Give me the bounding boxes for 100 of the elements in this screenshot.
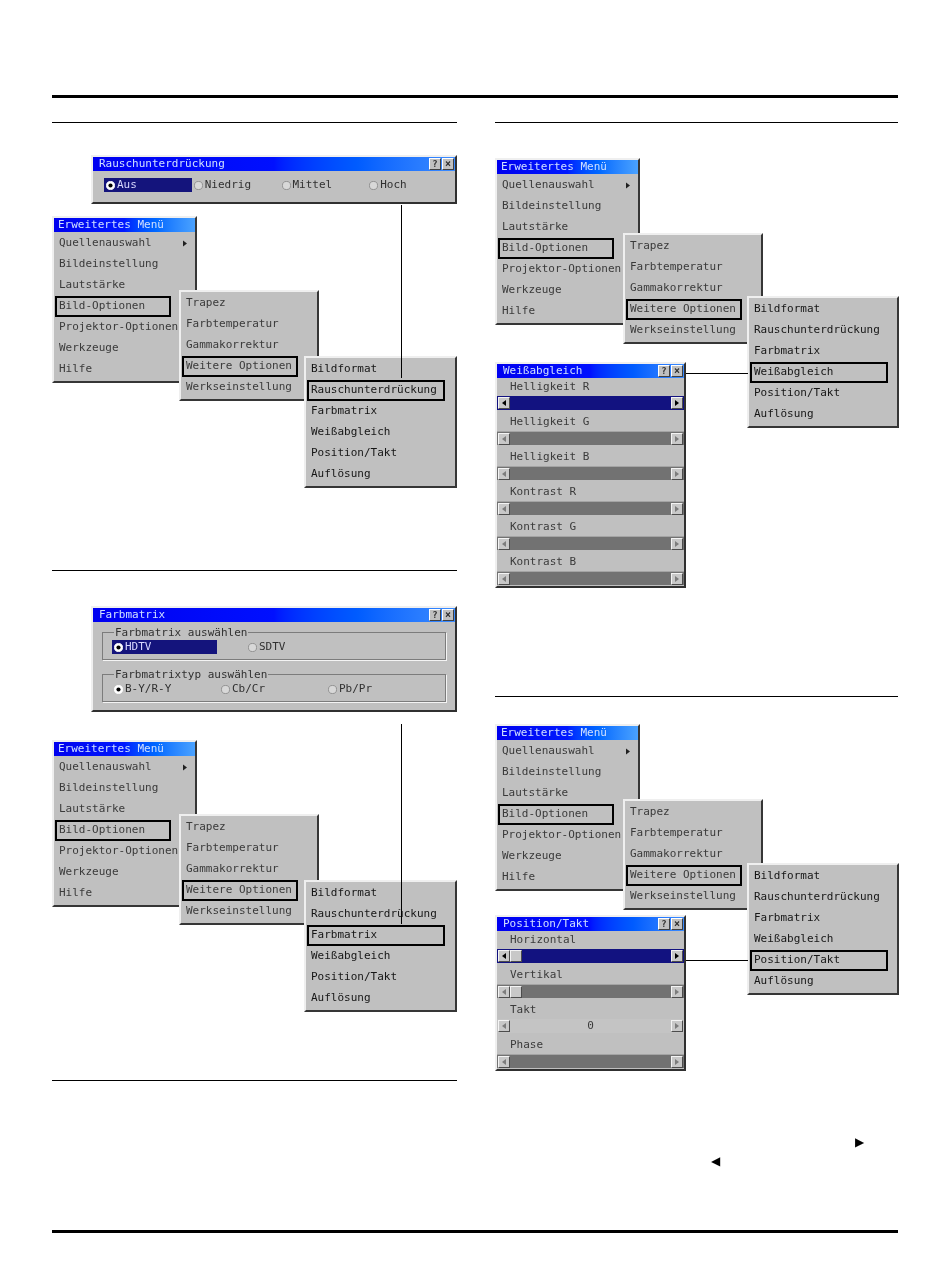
menu-item[interactable]: Farbmatrix <box>750 341 888 362</box>
menu-item[interactable]: Rauschunterdrückung <box>750 320 888 341</box>
menu-item[interactable]: Auflösung <box>307 988 445 1009</box>
menu-item[interactable]: Position/Takt <box>750 383 888 404</box>
menu-item[interactable]: Trapez <box>182 293 297 314</box>
menu-item[interactable]: Bildformat <box>307 883 445 904</box>
scroll-right-button[interactable] <box>671 1055 683 1068</box>
menu-item[interactable]: Farbmatrix <box>307 401 445 422</box>
radio-option[interactable]: Pb/Pr <box>326 682 431 696</box>
scroll-right-button[interactable] <box>671 467 683 480</box>
menu-item[interactable]: Position/Takt <box>307 443 445 464</box>
menu-item[interactable]: Farbtemperatur <box>626 823 741 844</box>
scroll-right-button[interactable] <box>671 502 683 515</box>
scroll-right-button[interactable] <box>671 397 683 409</box>
slider-thumb[interactable] <box>510 985 522 998</box>
slider-track[interactable] <box>497 1054 684 1068</box>
menu-item[interactable]: Hilfe <box>55 359 171 380</box>
menu-item[interactable]: Hilfe <box>498 867 614 888</box>
help-button[interactable]: ? <box>429 158 441 170</box>
radio-option[interactable]: SDTV <box>246 640 351 654</box>
menu-item[interactable]: Lautstärke <box>498 783 614 804</box>
scroll-right-button[interactable] <box>671 1020 683 1032</box>
menu-item[interactable]: Gammakorrektur <box>182 335 297 356</box>
menu-item[interactable]: Werkseinstellung <box>626 320 742 341</box>
menu-item[interactable]: Werkseinstellung <box>626 886 742 907</box>
close-button[interactable]: × <box>671 918 683 930</box>
radio-option[interactable]: Niedrig <box>191 178 280 192</box>
scroll-left-button[interactable] <box>498 985 510 998</box>
scroll-right-button[interactable] <box>671 432 683 445</box>
close-button[interactable]: × <box>442 158 454 170</box>
menu-item[interactable]: Trapez <box>182 817 297 838</box>
slider-track[interactable] <box>497 984 684 998</box>
menu-item[interactable]: Werkseinstellung <box>182 377 298 398</box>
menu-item[interactable]: Quellenauswahl <box>498 741 635 762</box>
menu-item[interactable]: Position/Takt <box>750 950 888 971</box>
menu-item[interactable]: Auflösung <box>750 971 888 992</box>
menu-item[interactable]: Weißabgleich <box>307 946 445 967</box>
menu-item[interactable]: Rauschunterdrückung <box>750 887 888 908</box>
slider-track[interactable] <box>497 466 684 480</box>
slider-track[interactable] <box>497 536 684 550</box>
menu-item[interactable]: Farbmatrix <box>307 925 445 946</box>
radio-option[interactable]: Aus <box>104 178 192 192</box>
scroll-right-button[interactable] <box>671 572 683 585</box>
help-button[interactable]: ? <box>429 609 441 621</box>
menu-item[interactable]: Gammakorrektur <box>626 844 741 865</box>
slider-track[interactable] <box>497 949 684 963</box>
menu-item[interactable]: Farbtemperatur <box>182 314 297 335</box>
menu-item[interactable]: Weißabgleich <box>307 422 445 443</box>
menu-item[interactable]: Bildeinstellung <box>55 778 171 799</box>
menu-item[interactable]: Bild-Optionen <box>498 804 614 825</box>
slider-track[interactable] <box>497 396 684 410</box>
menu-item[interactable]: Weißabgleich <box>750 362 888 383</box>
menu-item[interactable]: Farbmatrix <box>750 908 888 929</box>
menu-item[interactable]: Hilfe <box>55 883 171 904</box>
menu-item[interactable]: Bildeinstellung <box>498 196 614 217</box>
radio-option[interactable]: Mittel <box>279 178 368 192</box>
menu-item[interactable]: Gammakorrektur <box>626 278 741 299</box>
scroll-left-button[interactable] <box>498 537 510 550</box>
scroll-right-button[interactable] <box>671 985 683 998</box>
scroll-left-button[interactable] <box>498 1055 510 1068</box>
radio-option[interactable]: HDTV <box>112 640 217 654</box>
menu-item[interactable]: Auflösung <box>307 464 445 485</box>
menu-item[interactable]: Trapez <box>626 802 741 823</box>
menu-item[interactable]: Werkzeuge <box>55 862 171 883</box>
scroll-right-button[interactable] <box>671 537 683 550</box>
menu-item[interactable]: Bildeinstellung <box>498 762 614 783</box>
menu-item[interactable]: Weitere Optionen <box>182 356 298 377</box>
menu-item[interactable]: Trapez <box>626 236 741 257</box>
menu-item[interactable]: Bildformat <box>750 299 888 320</box>
menu-item[interactable]: Auflösung <box>750 404 888 425</box>
slider-track[interactable] <box>497 431 684 445</box>
slider-track[interactable] <box>497 571 684 585</box>
menu-item[interactable]: Weitere Optionen <box>626 299 742 320</box>
menu-item[interactable]: Bildeinstellung <box>55 254 171 275</box>
menu-item[interactable]: Farbtemperatur <box>626 257 741 278</box>
menu-item[interactable]: Projektor-Optionen <box>498 825 628 846</box>
radio-option[interactable]: Hoch <box>367 178 455 192</box>
slider-thumb[interactable] <box>510 950 522 962</box>
menu-item[interactable]: Hilfe <box>498 301 614 322</box>
menu-item[interactable]: Werkzeuge <box>498 280 614 301</box>
menu-item[interactable]: Quellenauswahl <box>498 175 635 196</box>
menu-item[interactable]: Lautstärke <box>55 275 171 296</box>
scroll-right-button[interactable] <box>671 950 683 962</box>
menu-item[interactable]: Gammakorrektur <box>182 859 297 880</box>
menu-item[interactable]: Werkseinstellung <box>182 901 298 922</box>
menu-item[interactable]: Weitere Optionen <box>626 865 742 886</box>
menu-item[interactable]: Lautstärke <box>498 217 614 238</box>
menu-item[interactable]: Weißabgleich <box>750 929 888 950</box>
menu-item[interactable]: Bildformat <box>750 866 888 887</box>
radio-option[interactable]: B-Y/R-Y <box>112 682 217 696</box>
scroll-left-button[interactable] <box>498 502 510 515</box>
radio-option[interactable]: Cb/Cr <box>219 682 324 696</box>
menu-item[interactable]: Werkzeuge <box>55 338 171 359</box>
scroll-left-button[interactable] <box>498 432 510 445</box>
close-button[interactable]: × <box>671 365 683 377</box>
menu-item[interactable]: Quellenauswahl <box>55 233 192 254</box>
scroll-left-button[interactable] <box>498 1020 510 1032</box>
menu-item[interactable]: Bildformat <box>307 359 445 380</box>
menu-item[interactable]: Werkzeuge <box>498 846 614 867</box>
close-button[interactable]: × <box>442 609 454 621</box>
